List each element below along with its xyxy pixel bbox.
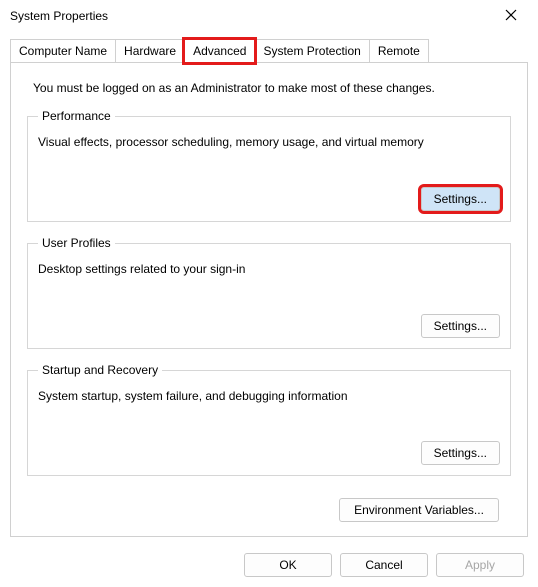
tab-system-protection[interactable]: System Protection [254,39,369,62]
dialog-footer: OK Cancel Apply [0,537,538,587]
startup-recovery-legend: Startup and Recovery [38,363,162,377]
performance-legend: Performance [38,109,115,123]
admin-intro-text: You must be logged on as an Administrato… [23,77,515,109]
cancel-button[interactable]: Cancel [340,553,428,577]
tab-computer-name[interactable]: Computer Name [10,39,116,62]
performance-group: Performance Visual effects, processor sc… [27,109,511,222]
tab-remote[interactable]: Remote [369,39,429,62]
tab-hardware[interactable]: Hardware [115,39,185,62]
user-profiles-group: User Profiles Desktop settings related t… [27,236,511,349]
environment-variables-button[interactable]: Environment Variables... [339,498,499,522]
startup-recovery-desc: System startup, system failure, and debu… [38,389,500,403]
ok-button[interactable]: OK [244,553,332,577]
performance-settings-button[interactable]: Settings... [421,187,500,211]
user-profiles-desc: Desktop settings related to your sign-in [38,262,500,276]
apply-button[interactable]: Apply [436,553,524,577]
close-icon [505,9,517,24]
startup-recovery-settings-button[interactable]: Settings... [421,441,500,465]
tab-panel: You must be logged on as an Administrato… [10,62,528,537]
performance-desc: Visual effects, processor scheduling, me… [38,135,500,149]
user-profiles-legend: User Profiles [38,236,115,250]
tab-advanced[interactable]: Advanced [184,39,255,63]
startup-recovery-group: Startup and Recovery System startup, sys… [27,363,511,476]
system-properties-window: System Properties Computer Name Hardware… [0,0,538,568]
window-title: System Properties [10,9,490,23]
titlebar: System Properties [0,0,538,32]
user-profiles-settings-button[interactable]: Settings... [421,314,500,338]
close-button[interactable] [490,2,532,30]
tabs-row: Computer Name Hardware Advanced System P… [0,32,538,62]
